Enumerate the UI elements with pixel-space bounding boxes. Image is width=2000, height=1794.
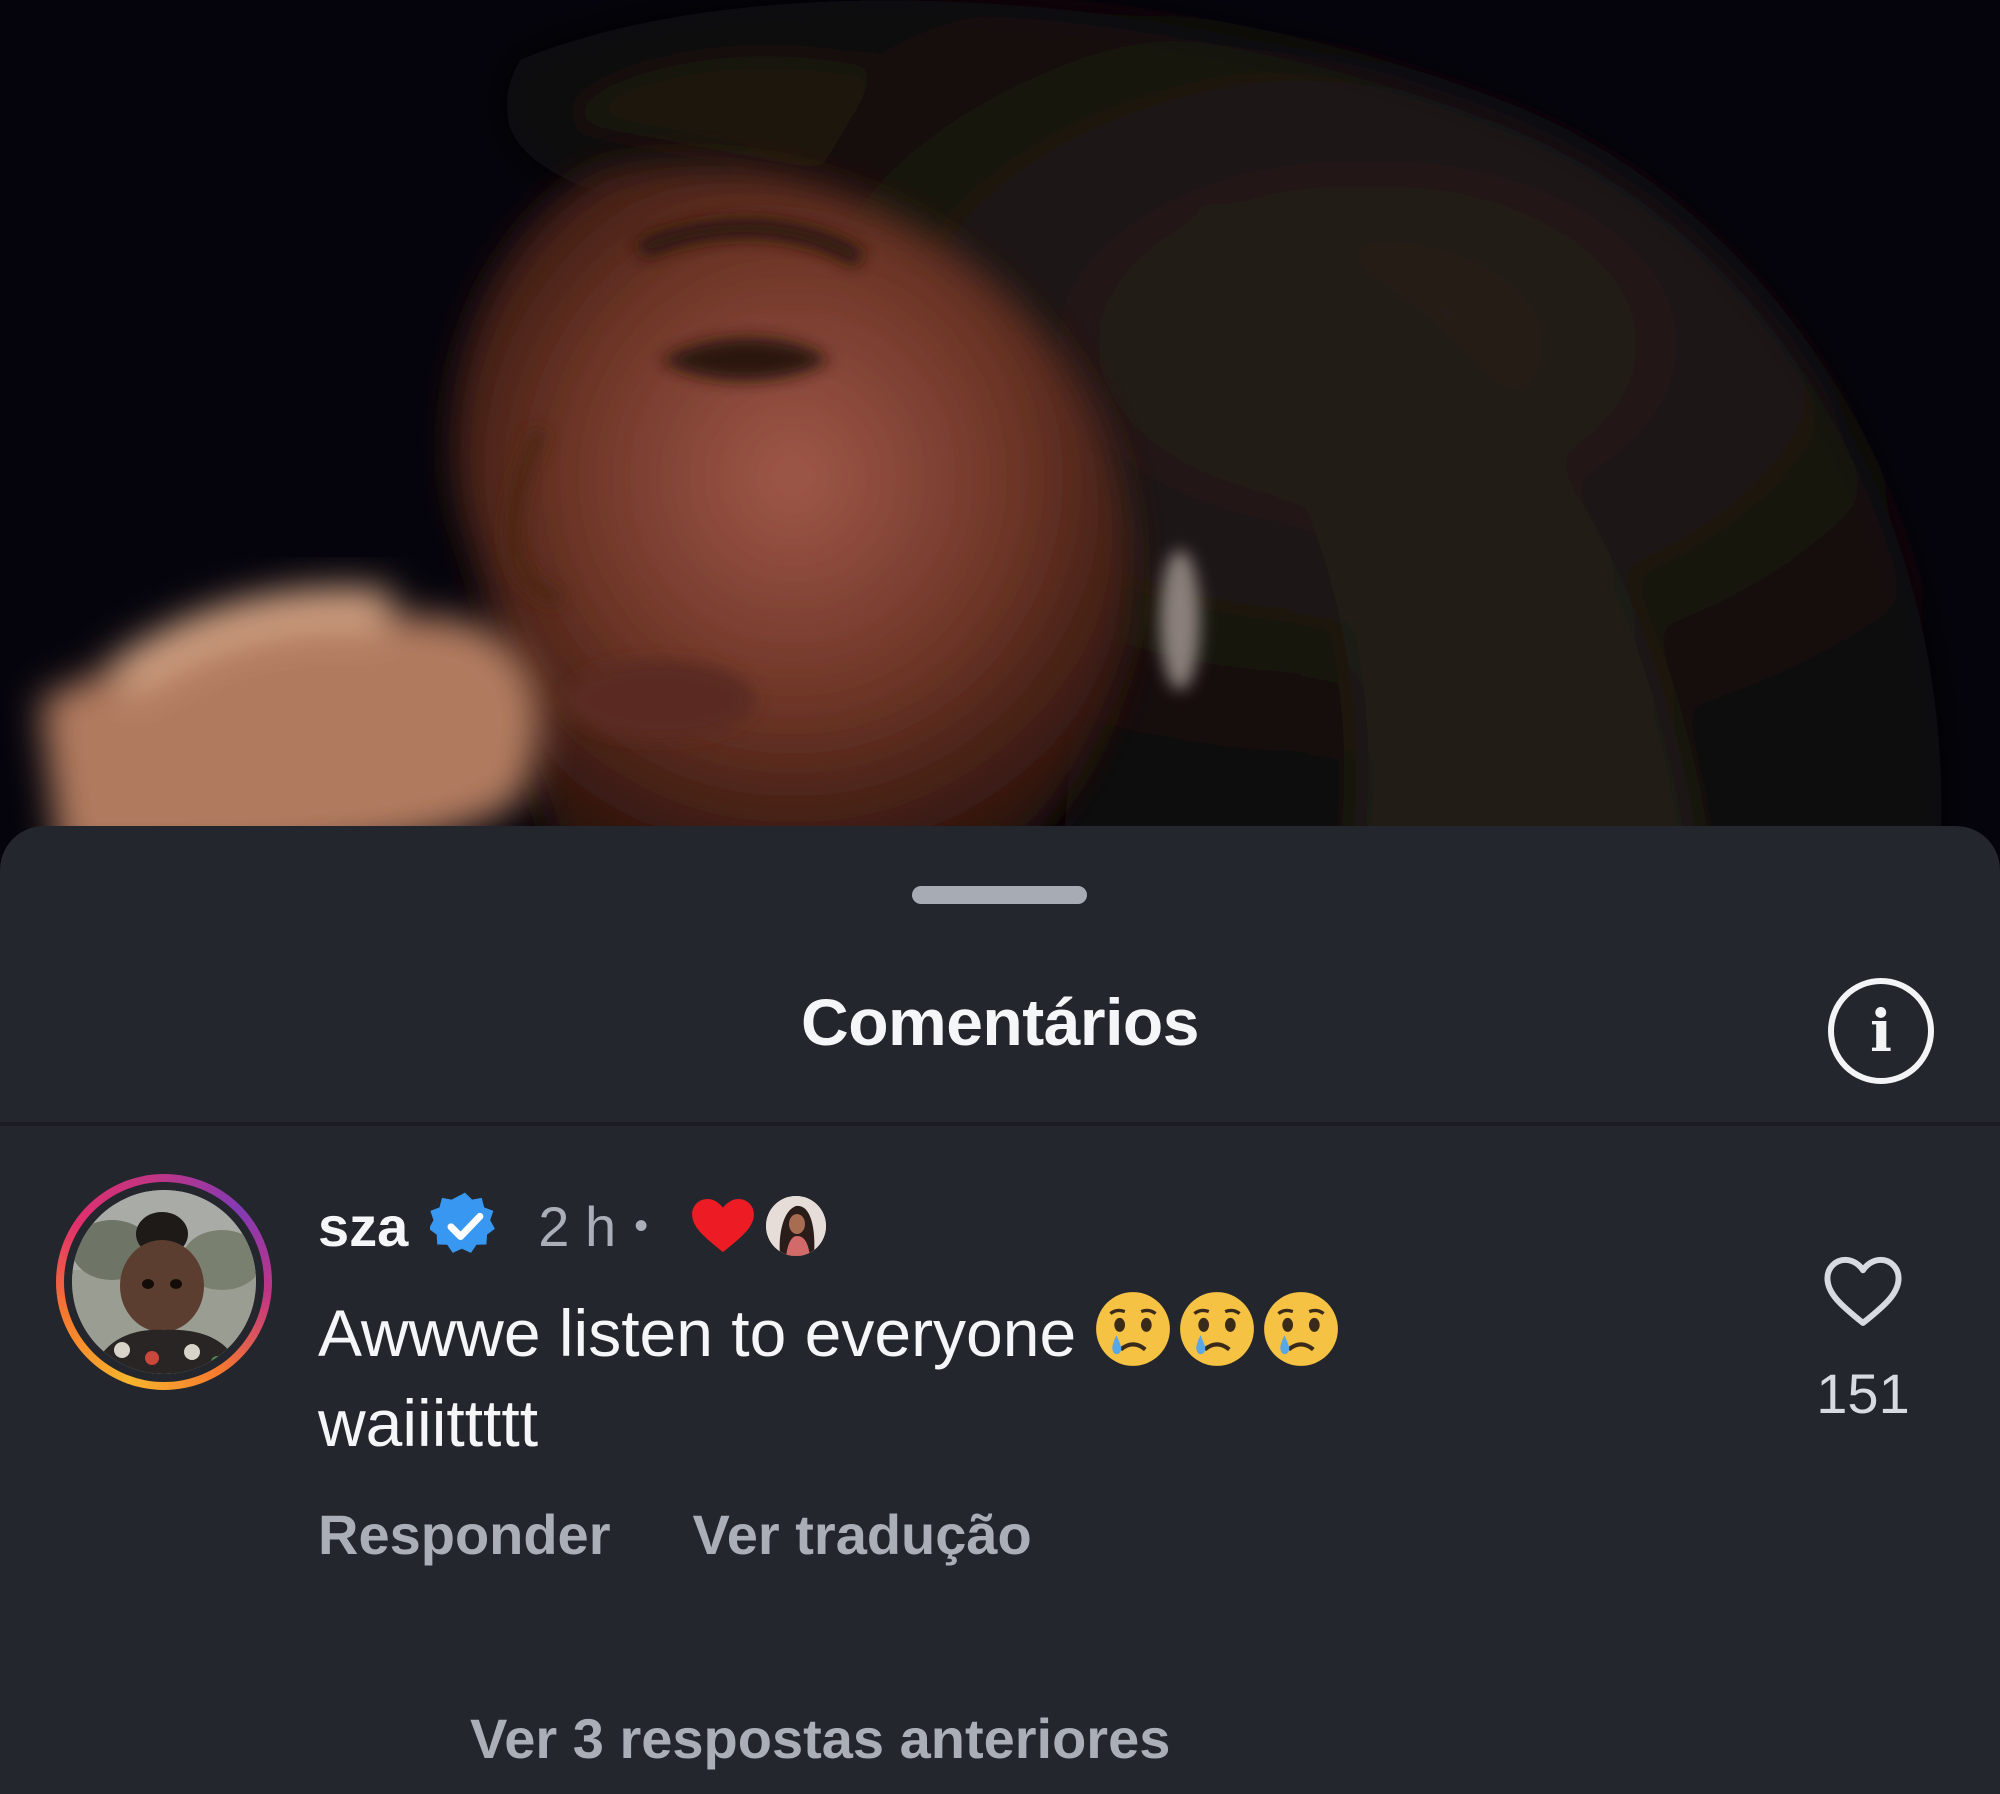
crying-face-emoji-icon bbox=[1096, 1292, 1171, 1366]
sheet-header: Comentários i bbox=[0, 946, 2000, 1116]
comment-text-continued: waiiittttt bbox=[318, 1386, 539, 1460]
comment-actions: Responder Ver tradução bbox=[318, 1502, 1798, 1567]
creator-avatar-image bbox=[766, 1196, 827, 1256]
heart-filled-icon bbox=[692, 1198, 755, 1253]
reply-button[interactable]: Responder bbox=[318, 1502, 611, 1567]
emoji-group bbox=[1092, 1288, 1344, 1370]
drag-handle[interactable] bbox=[912, 886, 1087, 904]
comment-text-line: Awwwe listen to everyone bbox=[318, 1296, 1077, 1370]
creator-avatar bbox=[766, 1196, 827, 1256]
avatar-story-ring[interactable] bbox=[56, 1174, 272, 1390]
comment: sza 2 h • Awwwe listen to everyone waiii… bbox=[318, 1186, 1798, 1567]
header-divider bbox=[0, 1122, 2000, 1126]
avatar[interactable] bbox=[72, 1190, 256, 1374]
info-icon[interactable]: i bbox=[1828, 978, 1934, 1084]
comment-header: sza 2 h • bbox=[318, 1186, 1798, 1266]
comment-text: Awwwe listen to everyone waiiittttt bbox=[318, 1288, 1618, 1468]
avatar-image bbox=[72, 1190, 256, 1374]
comments-sheet: Comentários i sza 2 h • Awwwe listen to … bbox=[0, 826, 2000, 1794]
sheet-title: Comentários bbox=[801, 985, 1199, 1059]
like-count: 151 bbox=[1816, 1362, 1910, 1425]
crying-face-emoji-icon bbox=[1264, 1292, 1339, 1366]
heart-outline-icon[interactable] bbox=[1824, 1256, 1902, 1328]
verified-badge-icon bbox=[430, 1192, 496, 1253]
like-column: 151 bbox=[1808, 1256, 1918, 1426]
comment-username[interactable]: sza bbox=[318, 1194, 408, 1259]
video-frame-image bbox=[0, 0, 2000, 860]
video-background bbox=[0, 0, 2000, 860]
translate-button[interactable]: Ver tradução bbox=[693, 1502, 1032, 1567]
separator-dot: • bbox=[634, 1203, 649, 1248]
view-replies-button[interactable]: Ver 3 respostas anteriores bbox=[470, 1706, 1170, 1771]
crying-face-emoji-icon bbox=[1180, 1292, 1255, 1366]
comment-time: 2 h bbox=[538, 1194, 617, 1258]
